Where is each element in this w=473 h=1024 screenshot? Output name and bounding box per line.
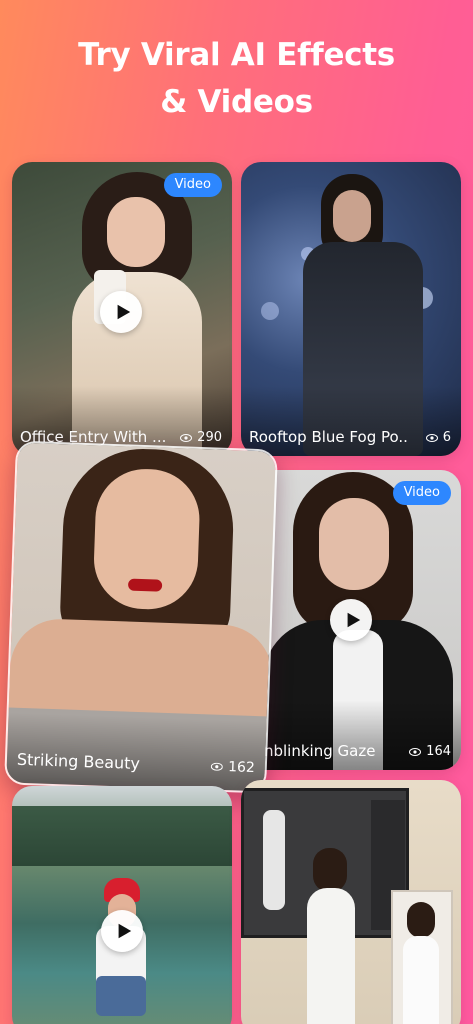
eye-icon <box>409 747 422 756</box>
view-count-value: 6 <box>442 430 451 445</box>
page-title-line-2: & Videos <box>160 84 313 120</box>
view-count: 162 <box>211 759 256 777</box>
effect-card-lake-shatter[interactable] <box>12 786 232 1024</box>
effect-card-studio[interactable] <box>241 780 461 1024</box>
effect-card-office-entry[interactable]: Video Office Entry With ... 290 <box>12 162 232 456</box>
page-title: Try Viral AI Effects & Videos <box>0 32 473 126</box>
video-badge: Video <box>392 481 451 505</box>
view-count: 164 <box>409 744 451 759</box>
effect-card-rooftop-blue-fog[interactable]: Rooftop Blue Fog Po... 6 <box>241 162 461 456</box>
eye-icon <box>180 433 193 442</box>
view-count: 6 <box>425 430 451 445</box>
play-button[interactable] <box>101 910 143 952</box>
play-button[interactable] <box>100 291 142 333</box>
play-icon <box>117 304 130 320</box>
eye-icon <box>211 762 224 771</box>
video-badge: Video <box>163 173 222 197</box>
view-count-value: 164 <box>426 744 451 759</box>
card-caption: Unblinking Gaze <box>253 742 376 760</box>
page-title-line-1: Try Viral AI Effects <box>78 37 395 73</box>
play-icon <box>118 923 131 939</box>
view-count-value: 162 <box>227 759 256 777</box>
view-count: 290 <box>180 430 222 445</box>
person-figure <box>313 848 347 892</box>
play-icon <box>347 612 360 628</box>
view-count-value: 290 <box>197 430 222 445</box>
effect-card-striking-beauty[interactable]: Striking Beauty 162 <box>4 440 278 794</box>
eye-icon <box>425 433 438 442</box>
play-button[interactable] <box>330 599 372 641</box>
card-caption: Rooftop Blue Fog Po... <box>249 428 409 446</box>
